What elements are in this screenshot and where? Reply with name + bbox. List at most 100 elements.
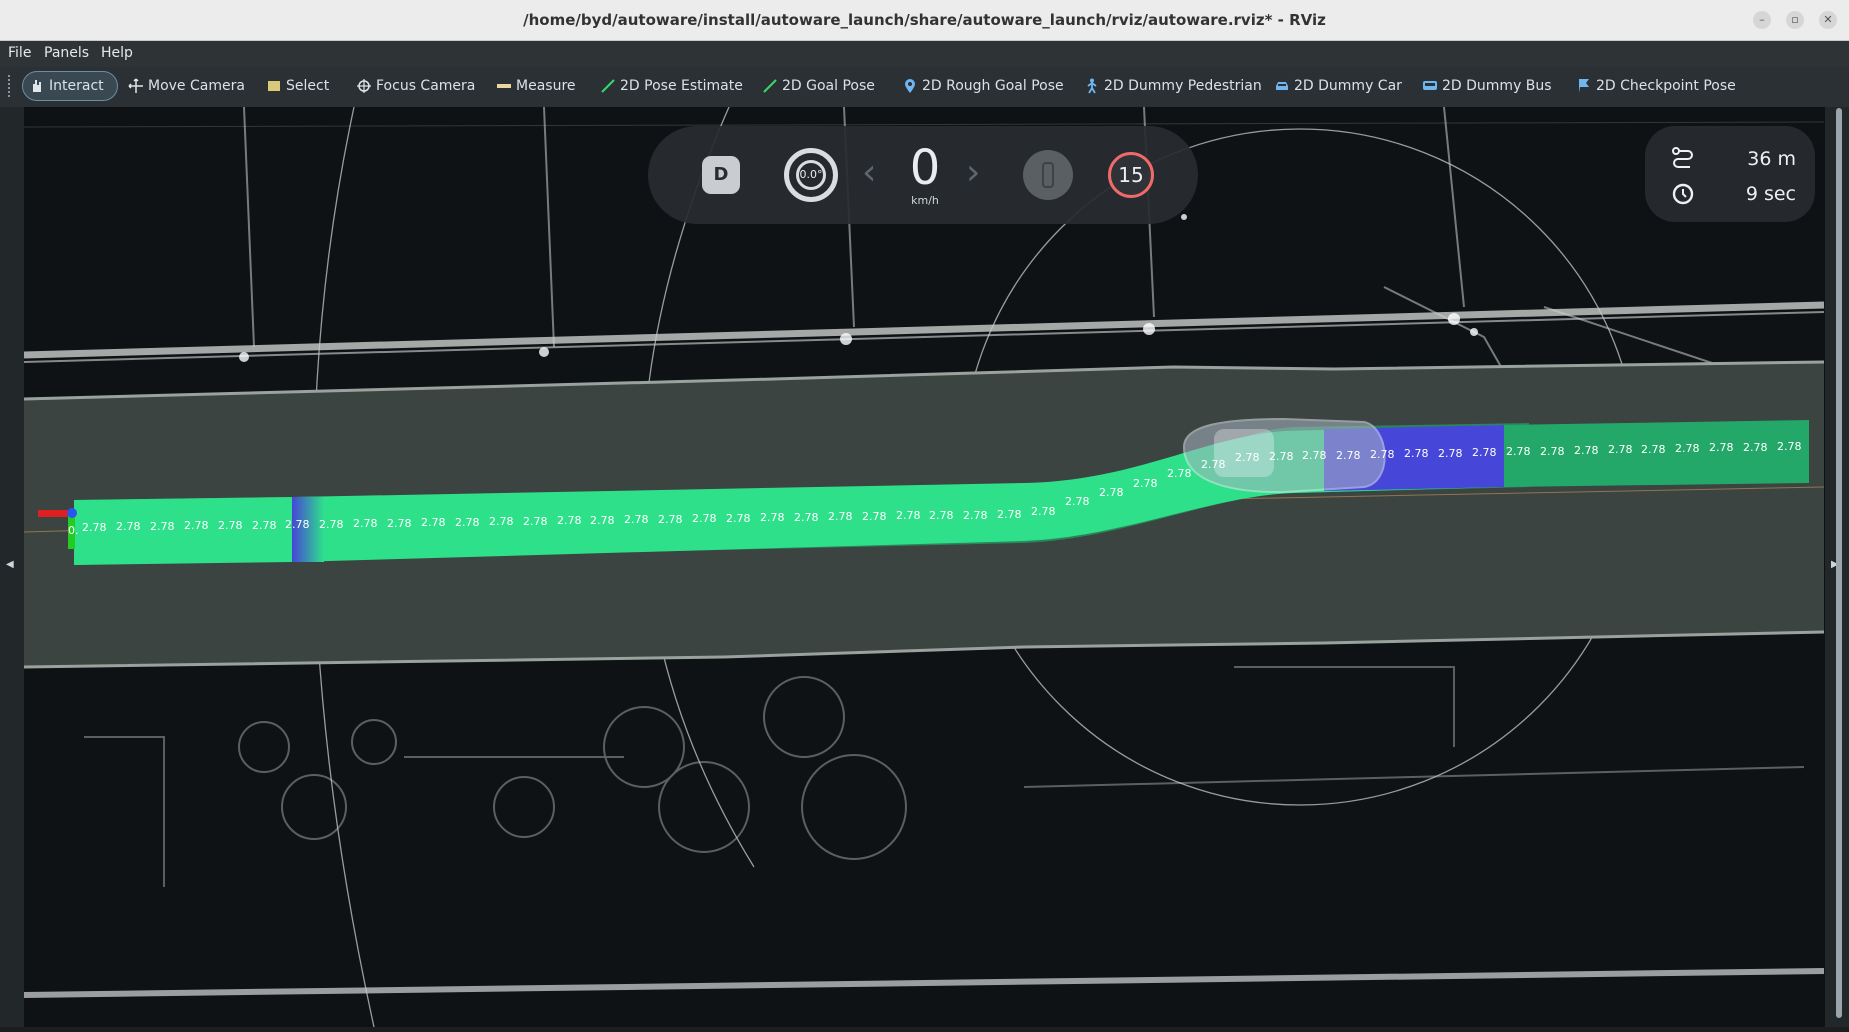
tool-2d-checkpoint-pose-label: 2D Checkpoint Pose — [1596, 78, 1736, 94]
route-time: 9 sec — [1745, 183, 1796, 205]
velocity-label: 2.78 — [1438, 447, 1463, 460]
velocity-label: 2.78 — [1709, 441, 1734, 454]
tool-move-camera-label: Move Camera — [148, 78, 245, 94]
speed-limit-sign: 15 — [1108, 152, 1154, 198]
velocity-label: 2.78 — [1099, 486, 1124, 499]
maximize-icon[interactable]: ▫ — [1786, 11, 1804, 29]
velocity-label: 2.78 — [1167, 467, 1192, 480]
velocity-label: 2.78 — [862, 510, 887, 523]
velocity-label: 2.78 — [455, 516, 480, 529]
tool-interact-label: Interact — [49, 78, 104, 94]
tool-2d-dummy-car-label: 2D Dummy Car — [1294, 78, 1402, 94]
speed-unit: km/h — [911, 194, 939, 207]
velocity-label: 2.78 — [489, 515, 514, 528]
velocity-label: 2.78 — [252, 519, 277, 532]
tool-2d-dummy-bus-label: 2D Dummy Bus — [1442, 78, 1552, 94]
tool-2d-goal-pose[interactable]: 2D Goal Pose — [756, 71, 881, 101]
velocity-label: 2.78 — [760, 511, 785, 524]
tool-2d-goal-pose-label: 2D Goal Pose — [782, 78, 875, 94]
velocity-label: 2.78 — [828, 510, 853, 523]
velocity-label: 2.78 — [590, 514, 615, 527]
bus-icon — [1423, 81, 1437, 90]
tool-measure[interactable]: Measure — [490, 71, 582, 101]
window-titlebar: /home/byd/autoware/install/autoware_laun… — [0, 0, 1849, 41]
velocity-label: 2.78 — [963, 509, 988, 522]
vertical-scrollbar[interactable] — [1836, 108, 1842, 1018]
close-icon[interactable]: ✕ — [1819, 11, 1837, 29]
pedestrian-icon — [1087, 78, 1097, 94]
tool-2d-checkpoint-pose[interactable]: 2D Checkpoint Pose — [1570, 71, 1742, 101]
tool-interact[interactable]: Interact — [22, 71, 118, 101]
velocity-label: 2.78 — [1065, 495, 1090, 508]
tool-2d-pose-estimate-label: 2D Pose Estimate — [620, 78, 743, 94]
velocity-label: 2.78 — [1641, 443, 1666, 456]
left-dock-collapse[interactable]: ◀ — [0, 107, 24, 1027]
velocity-label: 2.78 — [794, 511, 819, 524]
green-arrow-icon — [601, 79, 615, 93]
tool-2d-dummy-bus[interactable]: 2D Dummy Bus — [1416, 71, 1558, 101]
tool-focus-camera[interactable]: Focus Camera — [350, 71, 481, 101]
velocity-label: 2.78 — [184, 519, 209, 532]
velocity-label: 2.78 — [319, 518, 344, 531]
steering-angle: 0.0° — [799, 168, 823, 181]
menu-bar: File Panels Help — [0, 41, 1849, 67]
tool-select-label: Select — [286, 78, 330, 94]
gear-indicator: D — [702, 156, 740, 194]
velocity-label: 2.78 — [1675, 442, 1700, 455]
velocity-label: 2.78 — [387, 517, 412, 530]
velocity-label: 2.78 — [1777, 440, 1802, 453]
select-box-icon — [268, 81, 280, 91]
velocity-label: 2.78 — [150, 520, 175, 533]
velocity-label: 2.78 — [421, 516, 446, 529]
velocity-label: 2.78 — [1269, 450, 1294, 463]
velocity-label: 2.78 — [658, 513, 683, 526]
car-icon — [1276, 82, 1288, 90]
move-arrows-icon — [128, 78, 143, 93]
tool-2d-dummy-pedestrian-label: 2D Dummy Pedestrian — [1104, 78, 1262, 94]
green-arrow-icon — [763, 79, 777, 93]
velocity-label: 2.78 — [82, 521, 107, 534]
hand-pointer-icon — [33, 80, 41, 92]
velocity-label: 2.78 — [726, 512, 751, 525]
tool-select[interactable]: Select — [260, 71, 335, 101]
velocity-label: 2.78 — [1574, 444, 1599, 457]
velocity-label: 2.78 — [1404, 447, 1429, 460]
menu-file[interactable]: File — [8, 45, 31, 61]
tool-focus-camera-label: Focus Camera — [376, 78, 476, 94]
velocity-label: 2.78 — [624, 513, 649, 526]
velocity-label: 2.78 — [692, 512, 717, 525]
velocity-label: 2.78 — [1336, 449, 1361, 462]
route-distance: 36 m — [1747, 148, 1796, 170]
velocity-label: 2.78 — [353, 517, 378, 530]
minimize-icon[interactable]: – — [1753, 11, 1771, 29]
3d-view[interactable]: 0. 2.78 2.78 2.78 2.78 2.78 2.78 2.78 2.78 2.78 2.… — [24, 107, 1825, 1027]
velocity-label: 0. — [68, 524, 79, 537]
velocity-label: 2.78 — [1201, 458, 1226, 471]
menu-panels[interactable]: Panels — [44, 45, 89, 61]
velocity-label: 2.78 — [1608, 443, 1633, 456]
velocity-label: 2.78 — [1302, 449, 1327, 462]
ruler-icon — [497, 84, 511, 88]
window-title: /home/byd/autoware/install/autoware_laun… — [523, 11, 1326, 29]
tool-bar: Interact Move Camera Select Focus Camera… — [0, 67, 1849, 107]
velocity-label: 2.78 — [896, 509, 921, 522]
velocity-label: 2.78 — [1743, 441, 1768, 454]
tool-move-camera[interactable]: Move Camera — [122, 71, 251, 101]
tool-2d-pose-estimate[interactable]: 2D Pose Estimate — [594, 71, 749, 101]
collapse-left-icon[interactable]: ◀ — [6, 559, 14, 570]
tool-2d-rough-goal-pose[interactable]: 2D Rough Goal Pose — [896, 71, 1070, 101]
velocity-label: 2.78 — [218, 519, 243, 532]
velocity-label: 2.78 — [285, 518, 310, 531]
toolbar-grip[interactable] — [8, 75, 15, 97]
velocity-label: 2.78 — [1506, 445, 1531, 458]
velocity-label: 2.78 — [1031, 505, 1056, 518]
tool-2d-dummy-pedestrian[interactable]: 2D Dummy Pedestrian — [1078, 71, 1268, 101]
flag-icon — [1579, 79, 1589, 93]
menu-help[interactable]: Help — [101, 45, 133, 61]
speed-value: 0 — [909, 140, 941, 196]
tool-measure-label: Measure — [516, 78, 576, 94]
chevron-left-icon[interactable]: ‹ — [862, 152, 876, 193]
route-time-icon — [1672, 183, 1694, 205]
tool-2d-dummy-car[interactable]: 2D Dummy Car — [1268, 71, 1408, 101]
scene-canvas[interactable]: 0. 2.78 2.78 2.78 2.78 2.78 2.78 2.78 2.78 2.78 2.… — [24, 107, 1825, 1027]
